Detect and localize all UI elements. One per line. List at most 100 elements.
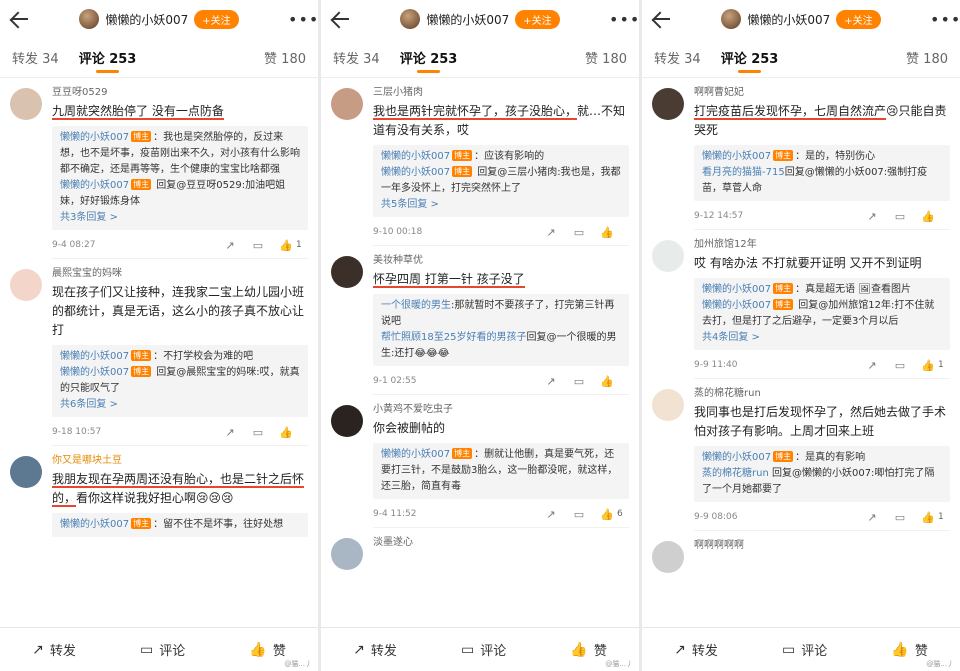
avatar[interactable] — [652, 541, 684, 573]
share-icon[interactable]: ↗ — [216, 239, 244, 252]
reply-box[interactable]: 懒懒的小妖007 博主 ：删就让他删，真是要气死，还要打三针，不是鼓励3胎么，这一胎… — [373, 443, 629, 499]
username[interactable]: 蒸的棉花糖run — [694, 387, 950, 401]
tab-repost[interactable]: 转发 34 — [12, 48, 59, 67]
avatar[interactable] — [10, 88, 42, 120]
repost-button[interactable]: ↗ 转发 — [32, 640, 76, 660]
avatar[interactable] — [331, 405, 363, 437]
more-options-icon[interactable]: ••• — [288, 10, 318, 29]
repost-button[interactable]: ↗ 转发 — [353, 640, 397, 660]
author-name[interactable]: 懒懒的小妖007 — [105, 11, 188, 28]
reply-author[interactable]: 懒懒的小妖007 — [381, 167, 450, 178]
tab-comment[interactable]: 评论 253 — [721, 48, 778, 73]
avatar[interactable] — [10, 269, 42, 301]
share-icon[interactable]: ↗ — [537, 508, 565, 521]
reply-box[interactable]: 懒懒的小妖007 博主 ：不打学校会为难的吧 懒懒的小妖007 博主 回复@晨熙宝宝的妈… — [52, 345, 308, 417]
share-icon[interactable]: ↗ — [858, 210, 886, 223]
comment-button[interactable]: ▭ 评论 — [461, 640, 506, 660]
like-button[interactable]: 👍 赞 — [249, 640, 285, 660]
avatar[interactable] — [331, 256, 363, 288]
more-replies-link[interactable]: 共4条回复 > — [702, 330, 942, 346]
reply-author[interactable]: 懒懒的小妖007 — [381, 151, 450, 162]
reply-author[interactable]: 一个很暖的男生 — [381, 300, 451, 311]
avatar[interactable] — [400, 9, 421, 29]
avatar[interactable] — [10, 456, 42, 488]
reply-box[interactable]: 懒懒的小妖007 博主 ：留不住不是坏事，往好处想 — [52, 513, 308, 537]
reply-author[interactable]: 看月亮的猫猫-715 — [702, 167, 785, 178]
reply-icon[interactable]: ▭ — [886, 511, 914, 524]
reply-box[interactable]: 懒懒的小妖007 博主 ：应该有影响的 懒懒的小妖007 博主 回复@三层小猪肉:我也是… — [373, 145, 629, 217]
reply-author[interactable]: 懒懒的小妖007 — [702, 284, 771, 295]
more-options-icon[interactable]: ••• — [609, 10, 639, 29]
reply-author[interactable]: 懒懒的小妖007 — [60, 519, 129, 530]
reply-author[interactable]: 懒懒的小妖007 — [60, 367, 129, 378]
tab-like[interactable]: 赞 180 — [585, 48, 627, 67]
share-icon[interactable]: ↗ — [216, 426, 244, 439]
more-replies-link[interactable]: 共6条回复 > — [60, 397, 300, 413]
comment-button[interactable]: ▭ 评论 — [140, 640, 185, 660]
reply-author[interactable]: 懒懒的小妖007 — [60, 351, 129, 362]
follow-button[interactable]: +关注 — [194, 9, 239, 29]
reply-icon[interactable]: ▭ — [565, 508, 593, 521]
like-icon[interactable]: 👍 — [593, 375, 621, 388]
username[interactable]: 小黄鸡不爱吃虫子 — [373, 403, 629, 417]
share-icon[interactable]: ↗ — [537, 375, 565, 388]
share-icon[interactable]: ↗ — [858, 359, 886, 372]
reply-icon[interactable]: ▭ — [244, 426, 272, 439]
like-button[interactable]: 👍 赞 — [570, 640, 606, 660]
username[interactable]: 淡墨遂心 — [373, 536, 629, 550]
reply-author[interactable]: 懒懒的小妖007 — [381, 449, 450, 460]
more-options-icon[interactable]: ••• — [930, 10, 960, 29]
avatar[interactable] — [652, 88, 684, 120]
username[interactable]: 晨熙宝宝的妈咪 — [52, 267, 308, 281]
reply-icon[interactable]: ▭ — [886, 359, 914, 372]
share-icon[interactable]: ↗ — [537, 226, 565, 239]
like-icon[interactable]: 👍 — [593, 226, 621, 239]
comment-button[interactable]: ▭ 评论 — [782, 640, 827, 660]
tab-like[interactable]: 赞 180 — [264, 48, 306, 67]
username[interactable]: 美妆种草优 — [373, 254, 629, 268]
reply-icon[interactable]: ▭ — [244, 239, 272, 252]
repost-button[interactable]: ↗ 转发 — [674, 640, 718, 660]
username[interactable]: 你又是哪块土豆 — [52, 454, 308, 468]
reply-author[interactable]: 懒懒的小妖007 — [702, 452, 771, 463]
username[interactable]: 啊啊啊啊啊 — [694, 539, 950, 553]
like-icon[interactable]: 👍 — [272, 426, 300, 439]
reply-author[interactable]: 懒懒的小妖007 — [702, 151, 771, 162]
reply-box[interactable]: 一个很暖的男生:那就暂时不要孩子了，打完第三针再说吧 帮忙照顾18至25岁好看的男… — [373, 294, 629, 366]
tab-comment[interactable]: 评论 253 — [79, 48, 136, 73]
tab-repost[interactable]: 转发 34 — [654, 48, 701, 67]
username[interactable]: 加州旅馆12年 — [694, 238, 950, 252]
reply-author[interactable]: 蒸的棉花糖run — [702, 468, 769, 479]
reply-author[interactable]: 懒懒的小妖007 — [60, 180, 129, 191]
avatar[interactable] — [331, 538, 363, 570]
follow-button[interactable]: +关注 — [515, 9, 560, 29]
back-arrow-icon[interactable] — [8, 8, 30, 30]
reply-author[interactable]: 懒懒的小妖007 — [60, 132, 129, 143]
share-icon[interactable]: ↗ — [858, 511, 886, 524]
reply-box[interactable]: 懒懒的小妖007 博主 ：是真的有影响 蒸的棉花糖run 回复@懒懒的小妖007:唧怕… — [694, 446, 950, 502]
tab-comment[interactable]: 评论 253 — [400, 48, 457, 73]
reply-icon[interactable]: ▭ — [565, 375, 593, 388]
author-name[interactable]: 懒懒的小妖007 — [426, 11, 509, 28]
more-replies-link[interactable]: 共3条回复 > — [60, 210, 300, 226]
reply-box[interactable]: 懒懒的小妖007 博主 ：真是超无语 🖼查看图片 懒懒的小妖007 博主 回复@加州旅馆… — [694, 278, 950, 350]
back-arrow-icon[interactable] — [329, 8, 351, 30]
like-button[interactable]: 👍 赞 — [891, 640, 927, 660]
avatar[interactable] — [652, 389, 684, 421]
author-name[interactable]: 懒懒的小妖007 — [747, 11, 830, 28]
reply-box[interactable]: 懒懒的小妖007 博主 ：我也是突然胎停的，反过来想，也不是坏事，疫苗刚出来不久，对… — [52, 126, 308, 230]
username[interactable]: 三层小猪肉 — [373, 86, 629, 100]
avatar[interactable] — [721, 9, 742, 29]
reply-icon[interactable]: ▭ — [886, 210, 914, 223]
avatar[interactable] — [652, 240, 684, 272]
tab-like[interactable]: 赞 180 — [906, 48, 948, 67]
back-arrow-icon[interactable] — [650, 8, 672, 30]
like-icon[interactable]: 👍 — [914, 210, 942, 223]
username[interactable]: 豆豆呀0529 — [52, 86, 308, 100]
reply-author[interactable]: 帮忙照顾18至25岁好看的男孩子 — [381, 332, 526, 343]
follow-button[interactable]: +关注 — [836, 9, 881, 29]
avatar[interactable] — [79, 9, 100, 29]
tab-repost[interactable]: 转发 34 — [333, 48, 380, 67]
reply-box[interactable]: 懒懒的小妖007 博主 ：是的，特别伤心 看月亮的猫猫-715回复@懒懒的小妖007:… — [694, 145, 950, 201]
more-replies-link[interactable]: 共5条回复 > — [381, 197, 621, 213]
